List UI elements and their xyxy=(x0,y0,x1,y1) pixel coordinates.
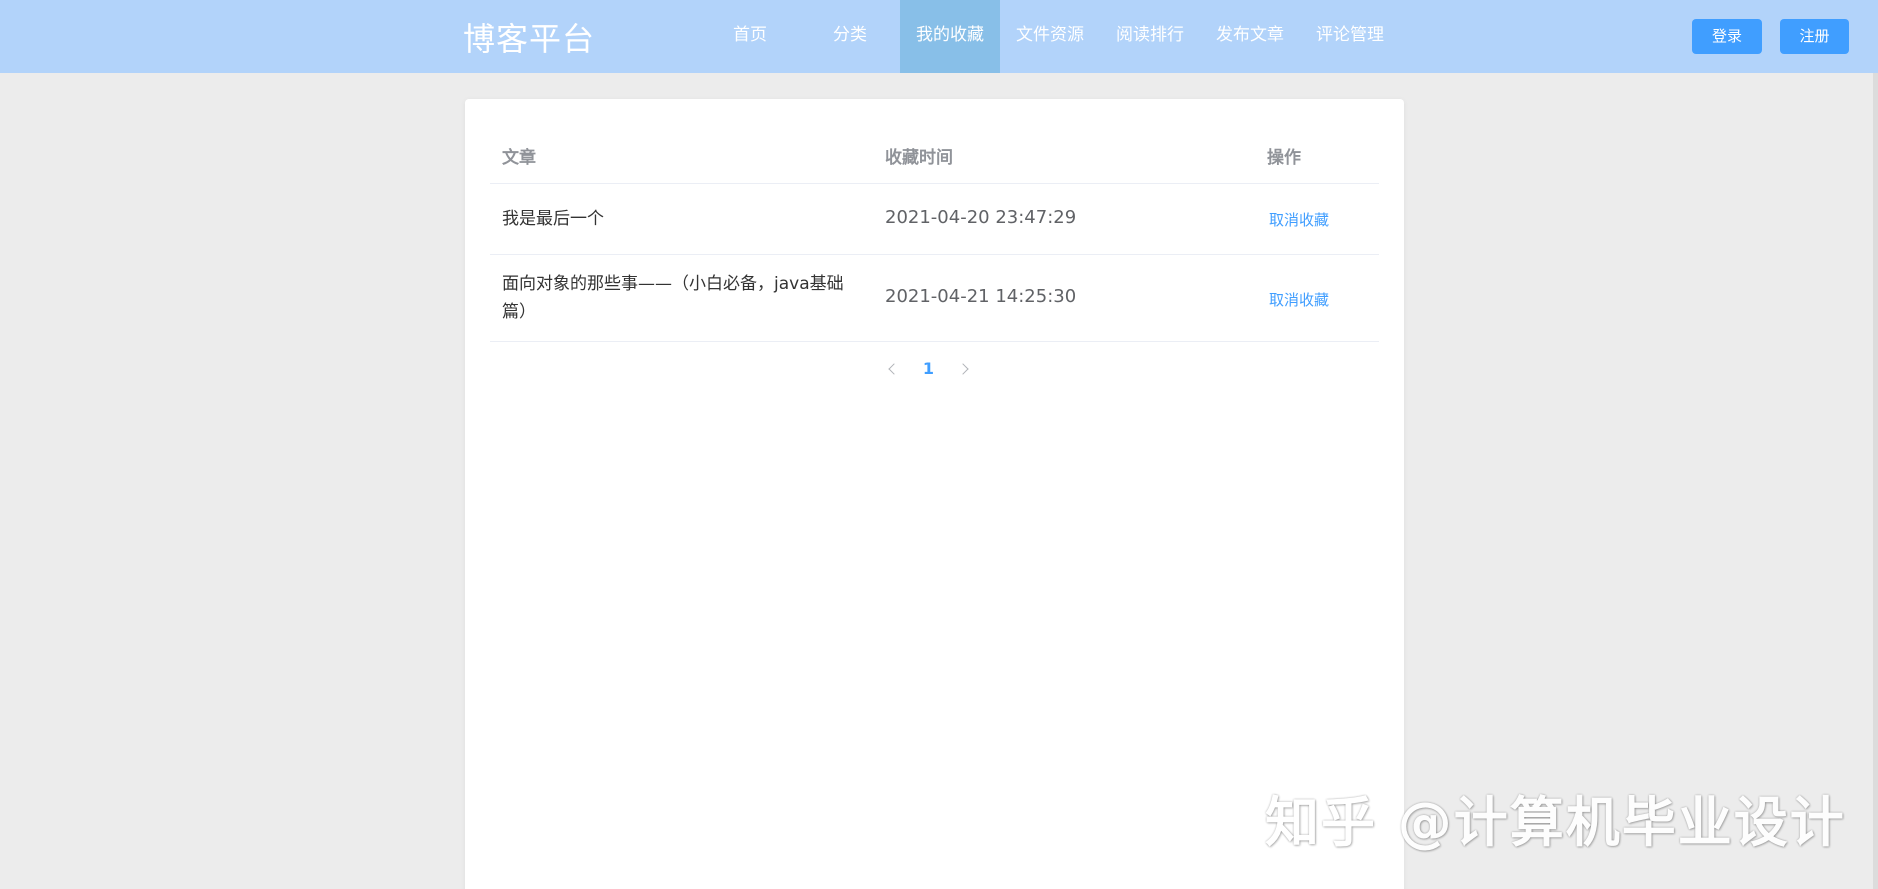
login-button[interactable]: 登录 xyxy=(1692,19,1762,54)
favorite-time: 2021-04-20 23:47:29 xyxy=(885,207,1077,228)
nav-item-comment-management[interactable]: 评论管理 xyxy=(1300,0,1400,73)
nav-item-categories[interactable]: 分类 xyxy=(800,0,900,73)
site-brand[interactable]: 博客平台 xyxy=(463,14,595,60)
table-header: 文章 收藏时间 操作 xyxy=(490,124,1379,184)
favorite-time: 2021-04-21 14:25:30 xyxy=(885,286,1077,307)
column-header-favorite-time: 收藏时间 xyxy=(885,148,953,168)
nav-item-file-resources[interactable]: 文件资源 xyxy=(1000,0,1100,73)
chevron-left-icon[interactable] xyxy=(885,362,899,376)
article-title-link[interactable]: 我是最后一个 xyxy=(502,205,862,233)
table-row: 面向对象的那些事——（小白必备，java基础篇） 2021-04-21 14:2… xyxy=(490,255,1379,342)
article-title-link[interactable]: 面向对象的那些事——（小白必备，java基础篇） xyxy=(502,270,862,326)
nav-item-reading-ranking[interactable]: 阅读排行 xyxy=(1100,0,1200,73)
pagination: 1 xyxy=(465,359,1404,389)
favorites-card: 文章 收藏时间 操作 我是最后一个 2021-04-20 23:47:29 取消… xyxy=(465,99,1404,889)
register-button[interactable]: 注册 xyxy=(1780,19,1849,54)
nav-item-my-favorites[interactable]: 我的收藏 xyxy=(900,0,1000,73)
favorites-table: 文章 收藏时间 操作 我是最后一个 2021-04-20 23:47:29 取消… xyxy=(490,124,1379,342)
column-header-action: 操作 xyxy=(1267,148,1301,168)
unfavorite-button[interactable]: 取消收藏 xyxy=(1269,289,1329,310)
unfavorite-button[interactable]: 取消收藏 xyxy=(1269,209,1329,230)
watermark: 知乎 @计算机毕业设计 xyxy=(1265,791,1846,854)
main-nav: 首页 分类 我的收藏 文件资源 阅读排行 发布文章 评论管理 xyxy=(700,0,1400,73)
top-navbar: 博客平台 首页 分类 我的收藏 文件资源 阅读排行 发布文章 评论管理 登录 注… xyxy=(0,0,1878,73)
nav-item-home[interactable]: 首页 xyxy=(700,0,800,73)
column-header-article: 文章 xyxy=(502,148,536,168)
chevron-right-icon[interactable] xyxy=(958,362,972,376)
page-scrollbar[interactable] xyxy=(1873,73,1878,889)
table-row: 我是最后一个 2021-04-20 23:47:29 取消收藏 xyxy=(490,184,1379,255)
page-number-current[interactable]: 1 xyxy=(923,359,934,378)
nav-item-publish-article[interactable]: 发布文章 xyxy=(1200,0,1300,73)
